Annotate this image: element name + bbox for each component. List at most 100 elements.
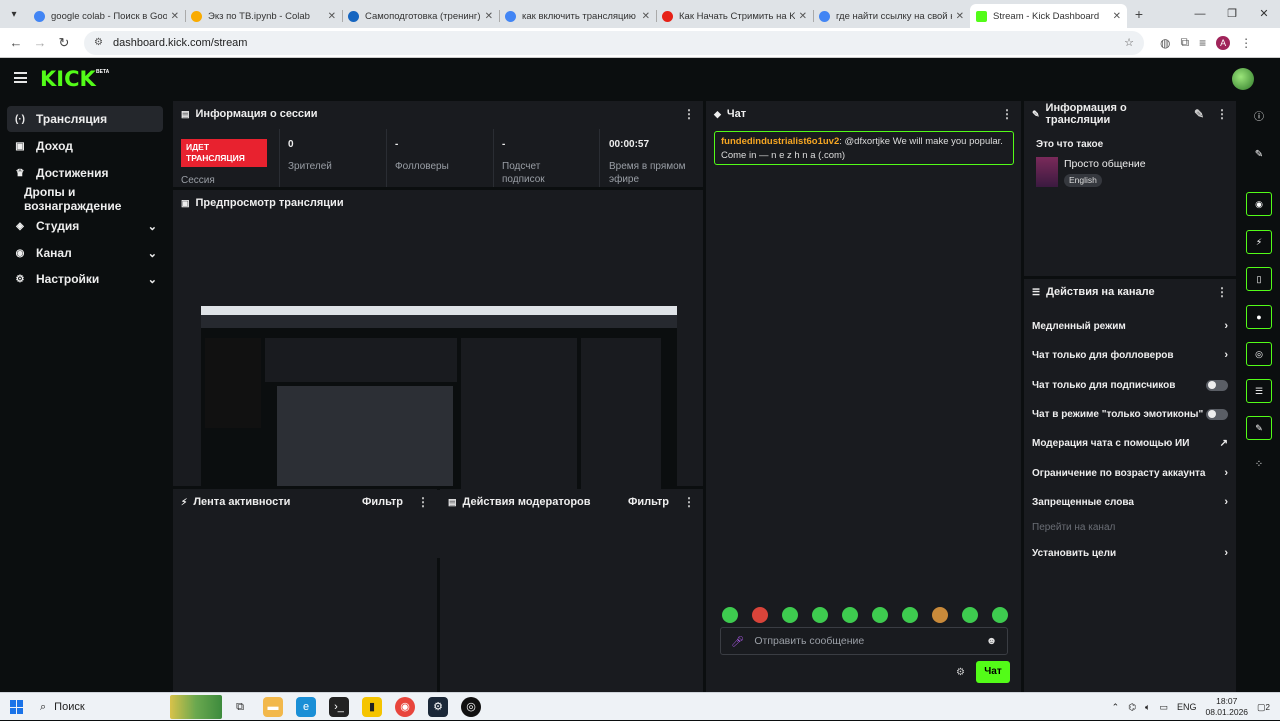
list-icon[interactable]: ☰: [1246, 379, 1272, 403]
app-icon[interactable]: ▮: [362, 697, 382, 717]
banned-words-item[interactable]: Запрещенные слова ›: [1032, 492, 1228, 512]
close-window-icon[interactable]: ✕: [1248, 0, 1280, 28]
reload-icon[interactable]: ↻: [52, 35, 76, 51]
screen-icon[interactable]: ◉: [1246, 192, 1272, 216]
mic-icon[interactable]: 🎤︎: [731, 635, 744, 648]
emote-icon[interactable]: [812, 607, 828, 623]
edge-icon[interactable]: e: [296, 697, 316, 717]
chat-message[interactable]: fundedindustrialist6o1uv2: @dfxortjke We…: [714, 131, 1014, 165]
site-info-icon[interactable]: ⚙: [94, 37, 103, 48]
user-avatar[interactable]: [1232, 68, 1254, 90]
sidebar-item-studio[interactable]: ◈ Студия ⌄: [7, 213, 163, 239]
more-options-icon[interactable]: ⋮: [1216, 285, 1228, 299]
extensions-icon[interactable]: ⧉: [1180, 35, 1189, 50]
chrome-icon[interactable]: ◉: [395, 697, 415, 717]
widget-image[interactable]: [170, 695, 222, 719]
ai-moderation-item[interactable]: Модерация чата с помощью ИИ ↗: [1032, 433, 1228, 453]
chat-send-button[interactable]: Чат: [976, 661, 1010, 683]
sidebar-item-revenue[interactable]: ▣ Доход: [7, 133, 163, 159]
volume-icon[interactable]: 🔈︎: [1145, 702, 1150, 713]
task-view-icon[interactable]: ⧉: [230, 697, 250, 717]
tray-chevron-up-icon[interactable]: ⌃: [1112, 702, 1120, 713]
sidebar-item-channel[interactable]: ◉ Канал ⌄: [7, 240, 163, 266]
back-icon[interactable]: ←: [4, 35, 28, 50]
emote-icon[interactable]: [872, 607, 888, 623]
more-options-icon[interactable]: ⋮: [1001, 107, 1013, 121]
close-icon[interactable]: ✕: [171, 11, 179, 22]
sidebar-item-stream[interactable]: (·) Трансляция: [7, 106, 163, 132]
new-tab-button[interactable]: +: [1127, 6, 1151, 22]
url-field[interactable]: ⚙ dashboard.kick.com/stream ☆: [84, 30, 1144, 55]
broadcast-icon[interactable]: ◎: [1246, 342, 1272, 366]
emote-icon[interactable]: [962, 607, 978, 623]
close-icon[interactable]: ✕: [328, 11, 336, 22]
chat-message-input[interactable]: 🎤︎ Отправить сообщение ☻: [720, 627, 1008, 655]
emoji-icon[interactable]: ☻: [986, 635, 997, 647]
browser-tab[interactable]: google colab - Поиск в Google ✕: [28, 4, 185, 28]
taskbar-search[interactable]: ⌕ Поиск: [32, 693, 85, 721]
file-explorer-icon[interactable]: ▬: [263, 697, 283, 717]
steam-icon[interactable]: ⚙: [428, 697, 448, 717]
filter-button[interactable]: Фильтр: [362, 496, 403, 508]
emotes-only-toggle[interactable]: [1206, 408, 1228, 420]
language-indicator[interactable]: ENG: [1177, 702, 1197, 712]
lightning-icon[interactable]: ⚡︎: [1246, 230, 1272, 254]
close-icon[interactable]: ✕: [956, 11, 964, 22]
media-icon[interactable]: ≡: [1199, 36, 1206, 50]
emote-icon[interactable]: [752, 607, 768, 623]
sidebar-item-settings[interactable]: ⚙ Настройки ⌄: [7, 266, 163, 292]
emote-icon[interactable]: [902, 607, 918, 623]
set-goals-item[interactable]: Установить цели ›: [1032, 543, 1228, 563]
browser-tab[interactable]: где найти ссылку на свой кан ✕: [813, 4, 970, 28]
slow-mode-item[interactable]: Медленный режим ›: [1032, 316, 1228, 336]
tab-search-icon[interactable]: ▾: [0, 0, 28, 28]
sidebar-item-drops[interactable]: Дропы и вознаграждение: [7, 185, 163, 213]
forward-icon[interactable]: →: [28, 35, 52, 50]
translate-icon[interactable]: ◍: [1160, 36, 1170, 50]
info-icon[interactable]: ⓘ: [1246, 106, 1272, 130]
account-age-item[interactable]: Ограничение по возрасту аккаунта ›: [1032, 463, 1228, 483]
browser-tab[interactable]: Как Начать Стримить на Kick ✕: [656, 4, 813, 28]
edit-icon[interactable]: ✎: [1194, 107, 1204, 121]
subscribers-only-toggle[interactable]: [1206, 379, 1228, 391]
battery-icon[interactable]: ▭: [1159, 702, 1168, 713]
emote-icon[interactable]: [842, 607, 858, 623]
chat-username[interactable]: fundedindustrialist6o1uv2: [721, 136, 839, 147]
profile-avatar[interactable]: A: [1216, 35, 1231, 50]
followers-only-item[interactable]: Чат только для фолловеров ›: [1032, 345, 1228, 365]
chat-bubble-icon[interactable]: ●: [1246, 305, 1272, 329]
bookmark-star-icon[interactable]: ☆: [1124, 36, 1134, 49]
emote-icon[interactable]: [932, 607, 948, 623]
minimize-icon[interactable]: —: [1184, 0, 1216, 28]
terminal-icon[interactable]: ›_: [329, 697, 349, 717]
emote-icon[interactable]: [992, 607, 1008, 623]
close-icon[interactable]: ✕: [1113, 11, 1121, 22]
clock[interactable]: 18:07 08.01.2026: [1205, 696, 1248, 718]
document-icon[interactable]: ▯: [1246, 267, 1272, 291]
browser-tab[interactable]: как включить трансляцию на ✕: [499, 4, 656, 28]
more-options-icon[interactable]: ⋮: [683, 107, 695, 121]
hamburger-menu-icon[interactable]: [14, 72, 27, 83]
windows-start-icon[interactable]: [10, 700, 24, 714]
emote-icon[interactable]: [782, 607, 798, 623]
edit-icon[interactable]: ✎: [1246, 143, 1272, 167]
sidebar-item-achievements[interactable]: ♛ Достижения: [7, 160, 163, 186]
browser-tab-active[interactable]: Stream - Kick Dashboard ✕: [970, 4, 1127, 28]
chat-settings-icon[interactable]: ⚙: [956, 667, 965, 678]
network-icon[interactable]: ⌬: [1128, 702, 1136, 713]
close-icon[interactable]: ✕: [485, 11, 493, 22]
close-icon[interactable]: ✕: [799, 11, 807, 22]
notification-icon[interactable]: ▢2: [1257, 702, 1270, 713]
emote-icon[interactable]: [722, 607, 738, 623]
dots-grid-icon[interactable]: ⁘: [1246, 453, 1272, 477]
more-options-icon[interactable]: ⋮: [1216, 107, 1228, 121]
obs-icon[interactable]: ◎: [461, 697, 481, 717]
more-options-icon[interactable]: ⋮: [417, 495, 429, 509]
browser-menu-icon[interactable]: ⋮: [1240, 36, 1252, 50]
close-icon[interactable]: ✕: [642, 11, 650, 22]
more-options-icon[interactable]: ⋮: [683, 495, 695, 509]
browser-tab[interactable]: Экз по ТВ.ipynb - Colab ✕: [185, 4, 342, 28]
wrench-icon[interactable]: ✎: [1246, 416, 1272, 440]
filter-button[interactable]: Фильтр: [628, 496, 669, 508]
kick-logo[interactable]: KICK: [40, 67, 96, 91]
